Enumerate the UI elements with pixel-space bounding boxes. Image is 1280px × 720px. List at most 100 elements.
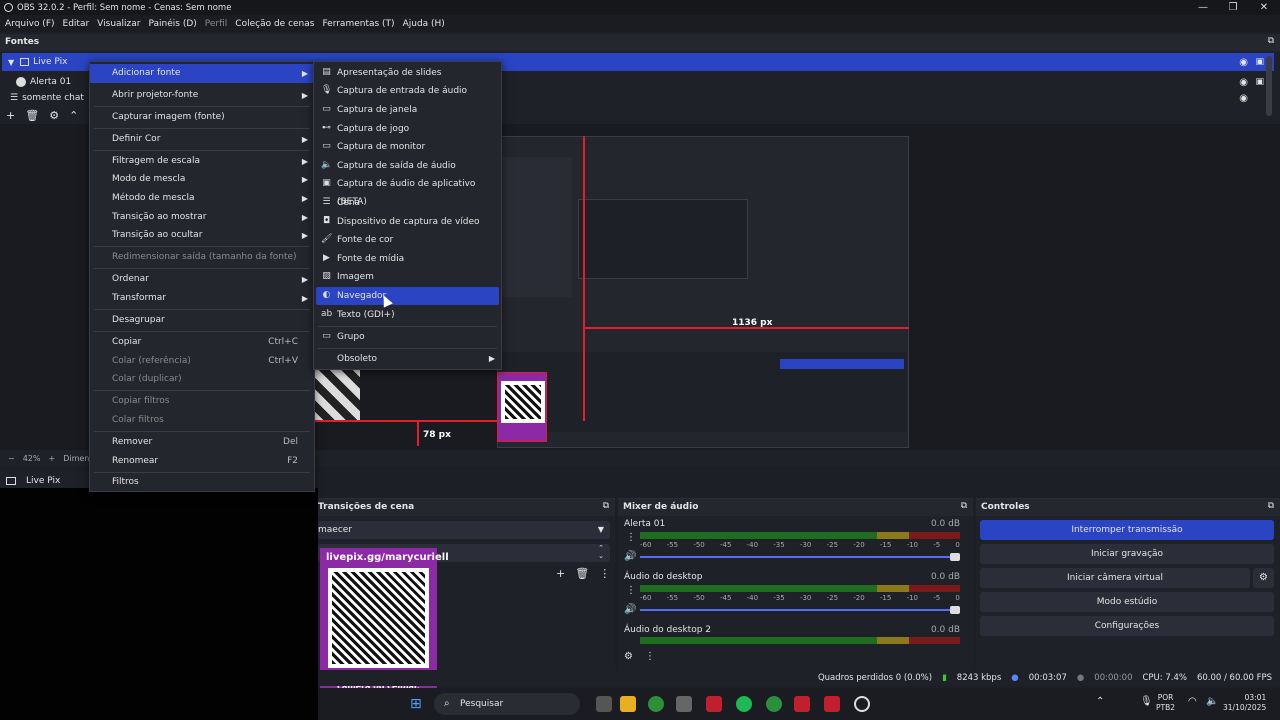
source-properties-icon[interactable]: ⚙ (49, 109, 59, 122)
menu-item-blend-mode[interactable]: Modo de mescla ▶ (90, 170, 314, 189)
stop-streaming-button[interactable]: Interromper transmissão (980, 520, 1274, 540)
scene-item-live-pix[interactable]: Live Pix (26, 476, 60, 486)
minimize-button[interactable]: — (1188, 0, 1218, 15)
wifi-icon[interactable]: ◠ (1188, 696, 1197, 707)
menu-item-paste-reference[interactable]: Colar (referência) Ctrl+V (90, 352, 314, 371)
sources-scrollbar[interactable] (1266, 56, 1272, 116)
menu-item-transform[interactable]: Transformar ▶ (90, 289, 314, 308)
zoom-in-icon[interactable]: + (48, 454, 55, 463)
menu-ferramentas[interactable]: Ferramentas (T) (322, 19, 394, 29)
menu-item-hide-transition[interactable]: Transição ao ocultar ▶ (90, 226, 314, 245)
dock-float-icon[interactable]: ⧉ (1268, 36, 1274, 46)
spotify-icon[interactable] (736, 696, 752, 712)
add-source-icon[interactable]: + (6, 109, 15, 122)
submenu-item-video-capture[interactable]: ◘ Dispositivo de captura de vídeo (316, 213, 499, 231)
menu-item-order[interactable]: Ordenar ▶ (90, 270, 314, 289)
move-up-icon[interactable]: ⌃ (69, 109, 78, 122)
menu-item-open-source-projector[interactable]: Abrir projetor-fonte ▶ (90, 86, 314, 105)
eye-icon[interactable]: ◉ (1239, 93, 1248, 104)
menu-item-paste-filters[interactable]: Colar filtros (90, 411, 314, 430)
menu-perfil[interactable]: Perfil (205, 19, 228, 29)
speaker-icon[interactable]: 🔊 (624, 551, 636, 562)
channel-menu-icon[interactable]: ⋮ (626, 585, 636, 596)
submenu-item-game-capture[interactable]: ⊷ Captura de jogo (316, 120, 499, 138)
submenu-item-browser[interactable]: ◐ Navegador (316, 287, 499, 305)
menu-item-filters[interactable]: Filtros (90, 473, 314, 492)
eye-icon[interactable]: ◉ (1239, 77, 1248, 88)
menu-item-blend-method[interactable]: Método de mescla ▶ (90, 189, 314, 208)
clock[interactable]: 03:01 31/10/2025 (1223, 693, 1266, 713)
menu-item-ungroup[interactable]: Desagrupar (90, 311, 314, 330)
mixer-menu-icon[interactable]: ⋮ (645, 651, 655, 662)
menu-item-scale-filtering[interactable]: Filtragem de escala ▶ (90, 152, 314, 171)
menu-colecao-cenas[interactable]: Coleção de cenas (235, 19, 314, 29)
menu-item-screenshot-source[interactable]: Capturar imagem (fonte) (90, 108, 314, 127)
qr-source-in-preview[interactable] (497, 372, 547, 442)
submenu-item-deprecated[interactable]: Obsoleto ▶ (316, 350, 499, 368)
close-button[interactable]: ✕ (1249, 0, 1279, 15)
menu-item-paste-duplicate[interactable]: Colar (duplicar) (90, 370, 314, 389)
add-transition-icon[interactable]: + (556, 567, 565, 580)
submenu-item-monitor-capture[interactable]: ▭ Captura de monitor (316, 138, 499, 156)
eye-icon[interactable]: ◉ (1239, 57, 1248, 68)
submenu-item-scene[interactable]: ☰ Cena (316, 194, 499, 212)
menu-item-add-source[interactable]: Adicionar fonte ▶ (90, 64, 314, 83)
menu-item-set-color[interactable]: Definir Cor ▶ (90, 130, 314, 149)
virtual-camera-settings-icon[interactable]: ⚙ (1253, 568, 1274, 588)
settings-button[interactable]: Configurações (980, 616, 1274, 636)
menu-item-rename[interactable]: Renomear F2 (90, 452, 314, 471)
dock-float-icon[interactable]: ⧉ (1268, 501, 1274, 511)
app-red-icon[interactable] (706, 696, 722, 712)
menu-editar[interactable]: Editar (63, 19, 90, 29)
windows-start-icon[interactable]: ⊞ (410, 696, 426, 712)
dock-float-icon[interactable]: ⧉ (603, 501, 609, 511)
taskbar-search-box[interactable]: ⌕ Pesquisar (434, 693, 580, 715)
slider-handle[interactable] (950, 553, 960, 561)
menu-item-resize-output[interactable]: Redimensionar saída (tamanho da fonte) (90, 248, 314, 267)
zoom-out-icon[interactable]: − (8, 454, 15, 463)
dock-float-icon[interactable]: ⧉ (961, 501, 967, 511)
mic-icon[interactable]: 🎙 (1140, 696, 1153, 707)
group-expand-icon[interactable]: ▼ (8, 58, 14, 67)
chrome-profile-icon[interactable] (766, 696, 782, 712)
volume-icon[interactable]: 🔈 (1206, 696, 1218, 707)
menu-item-show-transition[interactable]: Transição ao mostrar ▶ (90, 208, 314, 227)
submenu-item-audio-output[interactable]: 🔈 Captura de saída de áudio (316, 157, 499, 175)
obs-taskbar-icon[interactable] (854, 696, 870, 712)
submenu-item-group[interactable]: ▭ Grupo (316, 328, 499, 346)
more-options-icon[interactable]: ⋮ (599, 567, 610, 580)
transition-select[interactable]: maecer ▼ (318, 521, 610, 539)
menu-ajuda[interactable]: Ajuda (H) (403, 19, 445, 29)
menu-paineis[interactable]: Painéis (D) (148, 19, 196, 29)
advanced-audio-icon[interactable]: ⚙ (624, 651, 633, 662)
submenu-item-window-capture[interactable]: ▭ Captura de janela (316, 101, 499, 119)
menu-item-copy[interactable]: Copiar Ctrl+C (90, 333, 314, 352)
tray-expand-icon[interactable]: ⌃ (1096, 696, 1104, 707)
menu-item-copy-filters[interactable]: Copiar filtros (90, 392, 314, 411)
remove-transition-icon[interactable]: 🗑 (575, 567, 589, 580)
studio-mode-button[interactable]: Modo estúdio (980, 592, 1274, 612)
app-icon[interactable] (676, 696, 692, 712)
menu-item-remove[interactable]: Remover Del (90, 433, 314, 452)
submenu-item-color-source[interactable]: 🖌 Fonte de cor (316, 231, 499, 249)
volume-slider[interactable] (640, 606, 960, 614)
start-virtual-camera-button[interactable]: Iniciar câmera virtual (980, 568, 1250, 588)
start-recording-button[interactable]: Iniciar gravação (980, 544, 1274, 564)
lock-icon[interactable]: ▣ (1255, 57, 1264, 67)
volume-slider[interactable] (640, 553, 960, 561)
chrome-icon[interactable] (648, 696, 664, 712)
submenu-item-text-gdi[interactable]: ab Texto (GDI+) (316, 306, 499, 324)
submenu-item-audio-input[interactable]: 🎙 Captura de entrada de áudio (316, 82, 499, 100)
app-red-2-icon[interactable] (794, 696, 810, 712)
remove-source-icon[interactable]: 🗑 (25, 109, 39, 122)
submenu-item-media-source[interactable]: ▶ Fonte de mídia (316, 250, 499, 268)
file-explorer-icon[interactable] (620, 696, 636, 712)
menu-visualizar[interactable]: Visualizar (97, 19, 140, 29)
spin-arrows-icon[interactable]: ⌃ ⌄ (598, 544, 604, 560)
channel-menu-icon[interactable]: ⋮ (626, 532, 636, 543)
task-view-icon[interactable] (596, 696, 612, 712)
submenu-item-slideshow[interactable]: ▤ Apresentação de slides (316, 64, 499, 82)
language-indicator[interactable]: POR PTB2 (1156, 693, 1175, 713)
maximize-button[interactable]: ❐ (1218, 0, 1248, 15)
lock-icon[interactable]: ▣ (1255, 77, 1264, 87)
